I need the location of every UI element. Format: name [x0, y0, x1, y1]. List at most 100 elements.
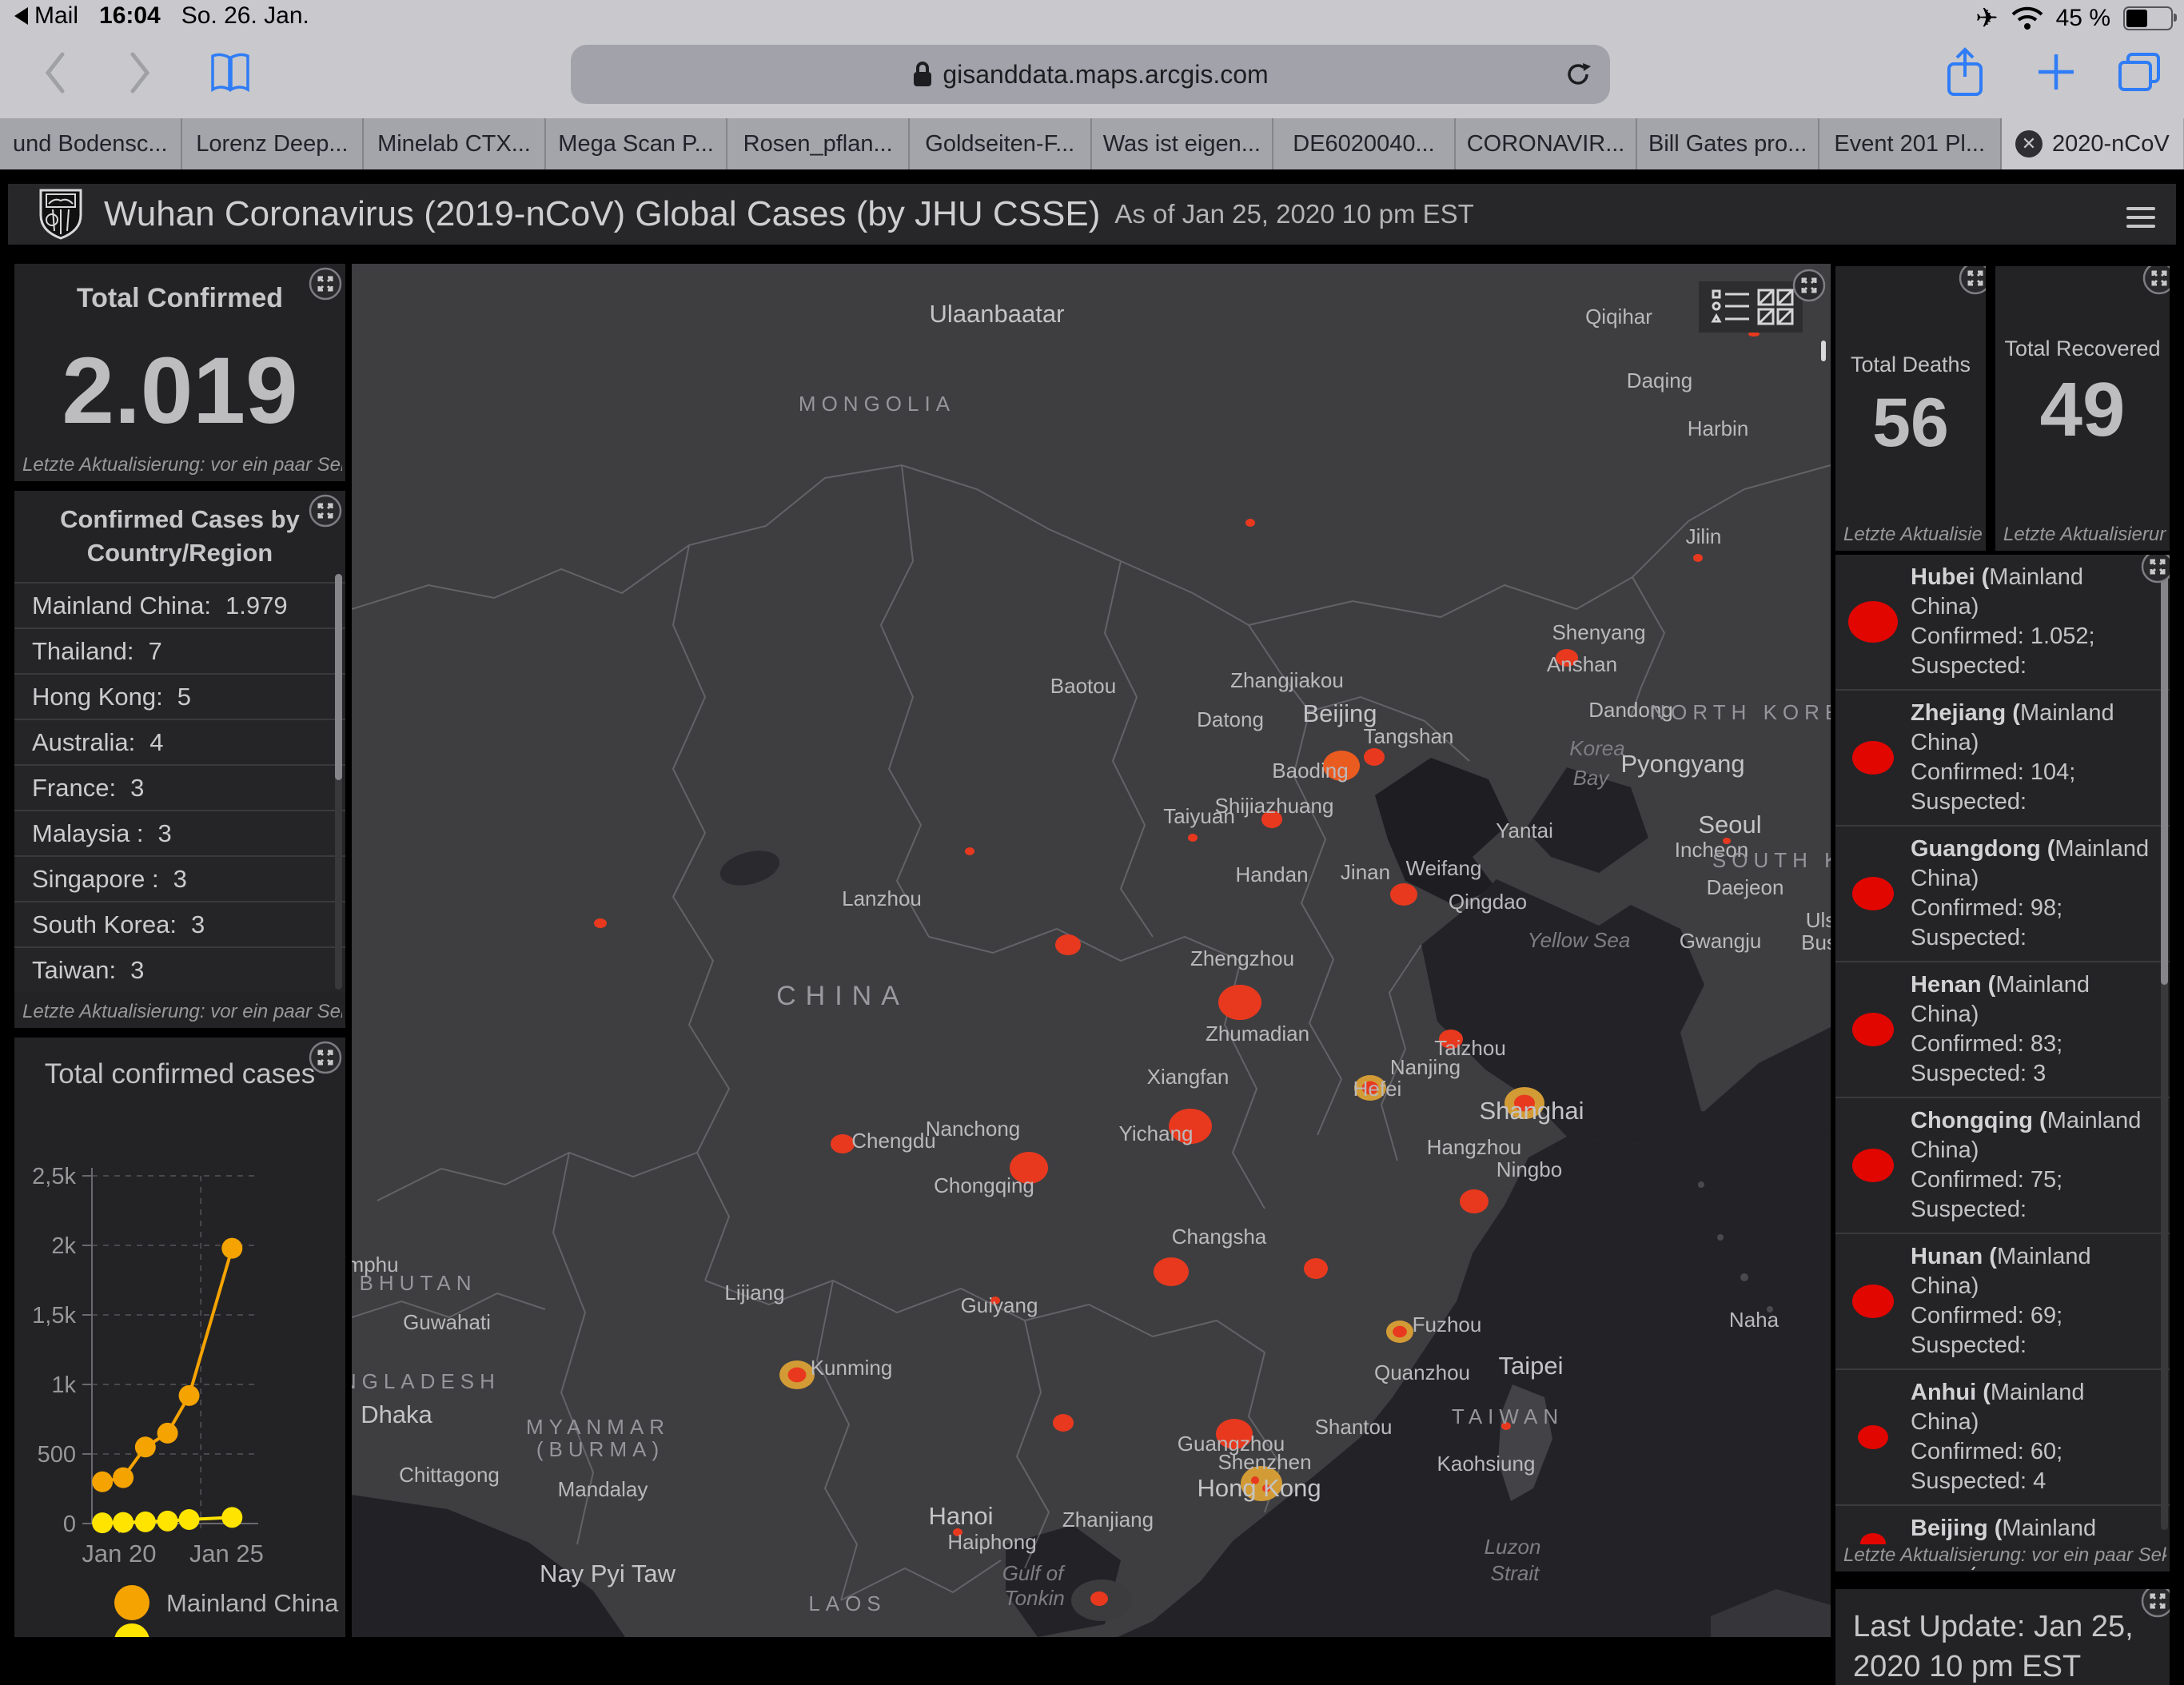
region-row[interactable]: Henan (Mainland China)Confirmed: 83;Susp…: [1835, 961, 2170, 1097]
total-recovered-value: 49: [1995, 366, 2170, 454]
map-label: Nay Pyi Taw: [540, 1560, 676, 1587]
browser-tab[interactable]: Rosen_pflan...: [727, 118, 910, 169]
region-dot-icon: [1835, 1145, 1911, 1185]
browser-tab[interactable]: Event 201 Pl...: [1819, 118, 2002, 169]
clock: 16:04: [99, 2, 161, 30]
bookmarks-button[interactable]: [209, 53, 251, 93]
back-to-app[interactable]: Mail: [14, 2, 78, 30]
browser-tab[interactable]: Was ist eigen...: [1092, 118, 1274, 169]
expand-icon[interactable]: [309, 1041, 342, 1074]
region-row[interactable]: Hunan (Mainland China)Confirmed: 69;Susp…: [1835, 1233, 2170, 1368]
case-dot[interactable]: [1304, 1258, 1328, 1279]
browser-tab[interactable]: Mega Scan P...: [546, 118, 728, 169]
country-row[interactable]: South Korea:3: [14, 901, 345, 946]
country-row[interactable]: Malaysia :3: [14, 810, 345, 855]
map-label: Yichang: [1119, 1121, 1194, 1145]
expand-icon[interactable]: [2141, 1589, 2170, 1618]
map-label: Mandalay: [558, 1477, 648, 1501]
case-dot[interactable]: [1053, 1414, 1074, 1432]
url-text: gisanddata.maps.arcgis.com: [943, 60, 1268, 90]
map-scrollbar[interactable]: [1821, 341, 1826, 361]
map-label: Zhengzhou: [1190, 946, 1294, 970]
map-label: Weifang: [1406, 856, 1482, 880]
menu-button[interactable]: [2126, 201, 2155, 225]
case-dot[interactable]: [594, 918, 607, 928]
total-recovered-footer: Letzte Aktualisierung: vor ein paar Seku…: [2003, 524, 2166, 546]
case-dot[interactable]: [1154, 1257, 1189, 1286]
browser-tab[interactable]: Lorenz Deep...: [182, 118, 365, 169]
browser-tab[interactable]: und Bodensc...: [0, 118, 182, 169]
share-button[interactable]: [1944, 46, 1986, 98]
map-label: Daqing: [1627, 368, 1692, 392]
case-dot[interactable]: [1364, 748, 1385, 766]
expand-icon[interactable]: [2142, 266, 2170, 295]
svg-text:1k: 1k: [51, 1372, 76, 1398]
forward-button[interactable]: [126, 50, 153, 96]
expand-icon[interactable]: [1792, 269, 1826, 302]
map-canvas[interactable]: UlaanbaatarMONGOLIAQiqiharDaqingHarbinJi…: [352, 264, 1831, 1637]
regions-list: Hubei (Mainland China)Confirmed: 1.052;S…: [1835, 555, 2170, 1571]
close-tab-icon[interactable]: ✕: [2015, 130, 2043, 157]
svg-text:2,5k: 2,5k: [32, 1164, 76, 1189]
expand-icon[interactable]: [1959, 266, 1986, 295]
dashboard-page: Wuhan Coronavirus (2019-nCoV) Global Cas…: [0, 169, 2184, 1637]
region-dot-icon: [1835, 1281, 1911, 1321]
map-label: MONGOLIA: [799, 392, 955, 416]
region-text: Chongqing (Mainland China)Confirmed: 75;…: [1911, 1106, 2154, 1225]
total-confirmed-title: Total Confirmed: [14, 283, 345, 314]
total-recovered-title: Total Recovered: [1995, 337, 2170, 361]
line-chart: 2,5k2k1,5k1k5000Jan 20Jan 25Mainland Chi…: [14, 1085, 345, 1637]
map-label: LAOS: [808, 1591, 886, 1615]
case-dot[interactable]: [1693, 554, 1703, 562]
country-row[interactable]: Taiwan:3: [14, 946, 345, 992]
url-bar[interactable]: gisanddata.maps.arcgis.com: [571, 45, 1610, 104]
country-row[interactable]: Thailand:7: [14, 627, 345, 673]
browser-tab[interactable]: DE6020040...: [1273, 118, 1456, 169]
case-dot[interactable]: [1460, 1189, 1489, 1213]
country-list-scrollbar-thumb[interactable]: [335, 574, 342, 780]
country-row[interactable]: Singapore :3: [14, 855, 345, 901]
new-tab-button[interactable]: [2035, 51, 2077, 93]
reload-button[interactable]: [1564, 60, 1592, 89]
country-row[interactable]: Australia:4: [14, 719, 345, 764]
expand-icon[interactable]: [2141, 555, 2170, 584]
region-row[interactable]: Anhui (Mainland China)Confirmed: 60;Susp…: [1835, 1368, 2170, 1504]
safari-toolbar: gisanddata.maps.arcgis.com: [0, 32, 2184, 118]
map-panel[interactable]: UlaanbaatarMONGOLIAQiqiharDaqingHarbinJi…: [352, 264, 1831, 1637]
case-dot[interactable]: [965, 847, 974, 855]
case-dot[interactable]: [1218, 985, 1261, 1020]
map-label: Gwangju: [1680, 929, 1762, 953]
map-label: BANGLADESH: [352, 1369, 500, 1393]
ios-status-bar: Mail 16:04 So. 26. Jan. ✈ 45 %: [0, 0, 2184, 32]
lock-icon: [912, 61, 933, 88]
battery-icon: [2123, 6, 2173, 30]
map-label: Yantai: [1496, 819, 1553, 842]
country-row[interactable]: Hong Kong:5: [14, 673, 345, 719]
country-row[interactable]: Mainland China:1.979: [14, 582, 345, 627]
region-row[interactable]: Hubei (Mainland China)Confirmed: 1.052;S…: [1835, 555, 2170, 689]
country-row[interactable]: France:3: [14, 764, 345, 810]
case-dot[interactable]: [1188, 834, 1198, 842]
browser-tab[interactable]: Minelab CTX...: [364, 118, 546, 169]
browser-tab[interactable]: CORONAVIR...: [1456, 118, 1638, 169]
expand-icon[interactable]: [309, 267, 342, 301]
map-label: Chittagong: [399, 1463, 500, 1487]
case-dot[interactable]: [1245, 519, 1255, 527]
back-button[interactable]: [42, 50, 69, 96]
region-row[interactable]: Zhejiang (Mainland China)Confirmed: 104;…: [1835, 689, 2170, 825]
region-row[interactable]: Guangdong (Mainland China)Confirmed: 98;…: [1835, 825, 2170, 961]
browser-tab[interactable]: Bill Gates pro...: [1637, 118, 1819, 169]
case-dot[interactable]: [1393, 1326, 1407, 1338]
region-row[interactable]: Chongqing (Mainland China)Confirmed: 75;…: [1835, 1097, 2170, 1233]
case-dot[interactable]: [1055, 934, 1081, 955]
browser-tab-active[interactable]: ✕2020-nCoV: [2002, 118, 2184, 169]
case-dot[interactable]: [1090, 1591, 1108, 1606]
by-country-title-1: Confirmed Cases by: [14, 505, 345, 534]
tabs-overview-button[interactable]: [2117, 51, 2162, 93]
map-label: Dhaka: [361, 1400, 432, 1428]
expand-icon[interactable]: [309, 494, 342, 528]
case-dot[interactable]: [1390, 883, 1417, 906]
regions-scrollbar-thumb[interactable]: [2161, 561, 2168, 985]
case-dot[interactable]: [788, 1368, 807, 1383]
browser-tab[interactable]: Goldseiten-F...: [910, 118, 1092, 169]
